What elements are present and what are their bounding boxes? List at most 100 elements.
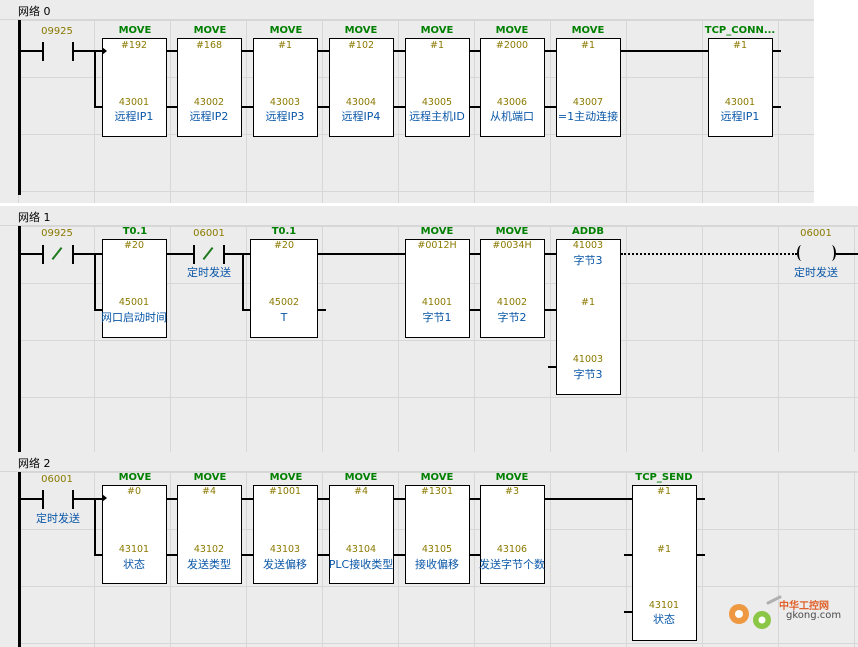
- contact-left-plate: [42, 490, 44, 509]
- network-header: 网络 2: [0, 452, 858, 472]
- block-output-label: 字节1: [422, 311, 452, 324]
- block-output-addr: 43005: [421, 97, 453, 108]
- contact-address: 06001: [193, 228, 225, 239]
- output-pin: [318, 309, 326, 311]
- block-input-2: #1: [656, 544, 671, 555]
- block-output-label: 发送偏移: [263, 558, 307, 571]
- block-output-label: 状态: [653, 613, 675, 626]
- rung-wire: [167, 253, 193, 255]
- input-pin: [624, 554, 632, 556]
- block-output-label: 远程IP2: [189, 110, 229, 123]
- contact-label: 定时发送: [187, 266, 231, 279]
- rung-wire: [318, 253, 405, 255]
- block-input: #102: [347, 40, 375, 51]
- block-output-addr: 45002: [268, 297, 300, 308]
- rung-wire: [470, 253, 480, 255]
- contact-address: 06001: [41, 474, 73, 485]
- block-input: #1: [580, 40, 595, 51]
- coil-right-icon: [827, 245, 836, 261]
- contact-right-plate: [72, 42, 74, 61]
- rung-wire: [20, 253, 42, 255]
- block-input: #3: [504, 486, 519, 497]
- block-input-1: 41003: [572, 240, 604, 251]
- rung-wire: [20, 50, 42, 52]
- block-output-label: 接收偏移: [415, 558, 459, 571]
- block-output-addr: 43106: [496, 544, 528, 555]
- block-output-label: 远程IP4: [341, 110, 381, 123]
- block-output-label: 发送字节个数: [479, 558, 545, 571]
- block-input: #4: [353, 486, 368, 497]
- block-output-label: 网口启动时间: [101, 311, 167, 324]
- network-title: 网络 1: [18, 211, 51, 224]
- block-input-2: #1: [580, 297, 595, 308]
- block-output-label: =1主动连接: [557, 110, 619, 123]
- block-output-addr: 43002: [193, 97, 225, 108]
- block-input: #4: [201, 486, 216, 497]
- coil-label: 定时发送: [794, 266, 838, 279]
- block-output-addr: 41003: [572, 354, 604, 365]
- input-pin: [548, 309, 556, 311]
- rung-wire: [470, 309, 480, 311]
- block-input: #0012H: [417, 240, 457, 251]
- block-output-addr: 41001: [421, 297, 453, 308]
- contact-label: 定时发送: [36, 512, 80, 525]
- rung-wire: [621, 50, 708, 52]
- rung-wire: [20, 498, 42, 500]
- block-input: #1001: [268, 486, 302, 497]
- block-output-label: PLC接收类型: [328, 558, 394, 571]
- network-0[interactable]: 网络 0 09925 MOVE #192 43001 远程IP1 MOVE #1…: [0, 0, 814, 203]
- power-rail: [18, 20, 21, 195]
- block-output-addr: 43102: [193, 544, 225, 555]
- block-output-addr: 43001: [118, 97, 150, 108]
- rung-wire: [73, 253, 102, 255]
- block-output-addr: 43006: [496, 97, 528, 108]
- rung-wire: [224, 253, 250, 255]
- rung-wire: [242, 309, 250, 311]
- block-input: #20: [273, 240, 295, 251]
- block-output-addr: 43103: [269, 544, 301, 555]
- input-pin: [548, 366, 556, 368]
- rung-wire: [394, 498, 405, 500]
- block-output-addr: 43003: [269, 97, 301, 108]
- block-input: #2000: [495, 40, 529, 51]
- rung-wire: [836, 253, 858, 255]
- block-input: #0034H: [492, 240, 532, 251]
- contact-address: 09925: [41, 228, 73, 239]
- block-name: ADDB: [572, 226, 604, 237]
- block-output-label: T: [280, 311, 288, 324]
- block-output-label: 远程IP3: [265, 110, 305, 123]
- block-input: #192: [120, 40, 148, 51]
- network-1[interactable]: 网络 1 09925 T0.1 #20 45001 网口启动时间 06001 定…: [0, 206, 858, 452]
- block-output-label: 字节2: [497, 311, 527, 324]
- block-name: T0.1: [271, 226, 297, 237]
- block-input: #20: [123, 240, 145, 251]
- contact-right-plate: [223, 245, 225, 264]
- block-name: MOVE: [571, 25, 605, 36]
- input-pin: [624, 611, 632, 613]
- block-output-addr: 43004: [345, 97, 377, 108]
- dotted-rung-wire: [621, 253, 797, 255]
- network-header: 网络 1: [0, 206, 858, 226]
- block-output-label: 状态: [123, 558, 145, 571]
- contact-left-plate: [193, 245, 195, 264]
- block-output-addr: 43001: [724, 97, 756, 108]
- block-output-label: 字节3: [573, 368, 603, 381]
- block-output-addr: 41002: [496, 297, 528, 308]
- block-output-addr: 43101: [648, 600, 680, 611]
- block-name: T0.1: [122, 226, 148, 237]
- rung-wire: [545, 498, 632, 500]
- rung-wire: [318, 498, 329, 500]
- contact-left-plate: [42, 245, 44, 264]
- contact-left-plate: [42, 42, 44, 61]
- rung-wire: [167, 498, 177, 500]
- block-output-label: 远程IP1: [114, 110, 154, 123]
- block-input-1-label: 字节3: [573, 254, 603, 267]
- block-input-1: #1: [656, 486, 671, 497]
- block-output-label: 发送类型: [187, 558, 231, 571]
- rung-wire: [242, 498, 253, 500]
- block-name: TCP_CONN...: [704, 25, 776, 36]
- output-pin: [773, 50, 781, 52]
- block-output-addr: 43101: [118, 544, 150, 555]
- contact-right-plate: [72, 490, 74, 509]
- coil-address: 06001: [800, 228, 832, 239]
